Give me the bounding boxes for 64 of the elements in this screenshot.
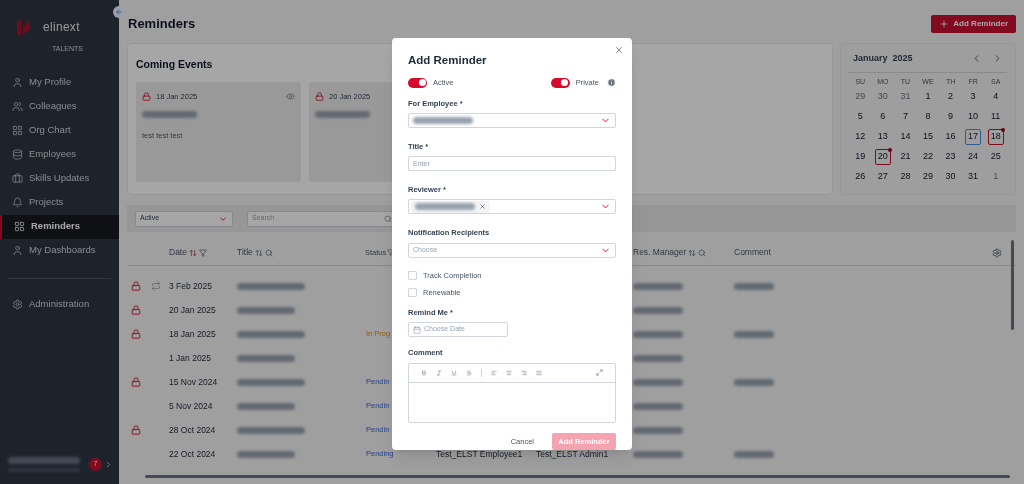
calendar-day[interactable]: 28 bbox=[897, 169, 914, 185]
sidebar-item[interactable]: Colleagues bbox=[0, 94, 119, 119]
calendar-day[interactable]: 21 bbox=[897, 149, 914, 165]
calendar-day[interactable]: 5 bbox=[852, 109, 869, 125]
table-cell: 28 Oct 2024 bbox=[169, 423, 216, 437]
sidebar-item[interactable]: My Dashboards bbox=[0, 238, 119, 263]
calendar-day[interactable]: 3 bbox=[965, 89, 982, 105]
sidebar-item[interactable]: Projects bbox=[0, 190, 119, 215]
table-cell: Test_ELST Admin1 bbox=[536, 447, 609, 461]
calendar-day[interactable]: 17 bbox=[965, 129, 982, 145]
sidebar-item[interactable]: Skills Updates bbox=[0, 166, 119, 191]
page-title: Reminders bbox=[128, 15, 196, 34]
calendar-day[interactable]: 1 bbox=[987, 169, 1004, 185]
sidebar-item[interactable]: Employees bbox=[0, 142, 119, 167]
calendar-day[interactable]: 4 bbox=[987, 89, 1004, 105]
calendar-day[interactable]: 29 bbox=[920, 169, 936, 185]
calendar-day[interactable]: 20 bbox=[874, 149, 891, 165]
table-cell: 20 Jan 2025 bbox=[169, 303, 216, 317]
calendar-day[interactable]: 26 bbox=[852, 169, 869, 185]
calendar-day[interactable]: 22 bbox=[920, 149, 936, 165]
calendar-day[interactable]: 24 bbox=[965, 149, 982, 165]
logo-text: elinext bbox=[43, 19, 80, 36]
table-cell: 1 Jan 2025 bbox=[169, 351, 212, 365]
calendar-day[interactable]: 29 bbox=[852, 89, 869, 105]
calendar-day[interactable]: 8 bbox=[920, 109, 936, 125]
calendar-day[interactable]: 13 bbox=[874, 129, 891, 145]
table-cell: 22 Oct 2024 bbox=[169, 447, 216, 461]
column-header[interactable]: Res. Manager bbox=[633, 246, 687, 259]
calendar-day[interactable]: 30 bbox=[874, 89, 891, 105]
calendar-day[interactable]: 19 bbox=[852, 149, 869, 165]
table-cell: 3 Feb 2025 bbox=[169, 279, 212, 293]
add-reminder-button[interactable]: Add Reminder bbox=[931, 15, 1016, 33]
sidebar-item[interactable]: Org Chart bbox=[0, 118, 119, 143]
sidebar-item[interactable]: Reminders bbox=[0, 214, 119, 239]
calendar-day[interactable]: 27 bbox=[874, 169, 891, 185]
calendar-day[interactable]: 2 bbox=[942, 89, 959, 105]
calendar-day[interactable]: 18 bbox=[987, 129, 1004, 145]
section-title: Coming Events bbox=[136, 58, 213, 70]
calendar-day[interactable]: 23 bbox=[942, 149, 959, 165]
calendar-day[interactable]: 31 bbox=[897, 89, 914, 105]
calendar-day[interactable]: 12 bbox=[852, 129, 869, 145]
calendar-day[interactable]: 7 bbox=[897, 109, 914, 125]
sidebar-item[interactable]: My Profile bbox=[0, 70, 119, 95]
table-cell: Test_ELST Employee1 bbox=[436, 447, 523, 461]
calendar-day[interactable]: 6 bbox=[874, 109, 891, 125]
table-cell: 15 Nov 2024 bbox=[169, 375, 218, 389]
calendar-day[interactable]: 10 bbox=[965, 109, 982, 125]
calendar-day[interactable]: 31 bbox=[965, 169, 982, 185]
calendar-day[interactable]: 14 bbox=[897, 129, 914, 145]
column-header: Comment bbox=[734, 246, 772, 259]
column-header[interactable]: Date bbox=[169, 246, 187, 259]
table-cell: 5 Nov 2024 bbox=[169, 399, 213, 413]
sidebar-item[interactable]: Administration bbox=[0, 292, 119, 317]
dialog-title: Add Reminder bbox=[408, 53, 488, 68]
calendar-day[interactable]: 30 bbox=[942, 169, 959, 185]
month-label: January 2025 bbox=[853, 52, 913, 65]
column-header[interactable]: Title bbox=[237, 246, 253, 259]
calendar-day[interactable]: 9 bbox=[942, 109, 959, 125]
calendar-day[interactable]: 25 bbox=[987, 149, 1004, 165]
calendar-day[interactable]: 15 bbox=[920, 129, 936, 145]
table-cell: 18 Jan 2025 bbox=[169, 327, 216, 341]
calendar-day[interactable]: 1 bbox=[920, 89, 936, 105]
calendar-day[interactable]: 16 bbox=[942, 129, 959, 145]
calendar-day[interactable]: 11 bbox=[987, 109, 1004, 125]
